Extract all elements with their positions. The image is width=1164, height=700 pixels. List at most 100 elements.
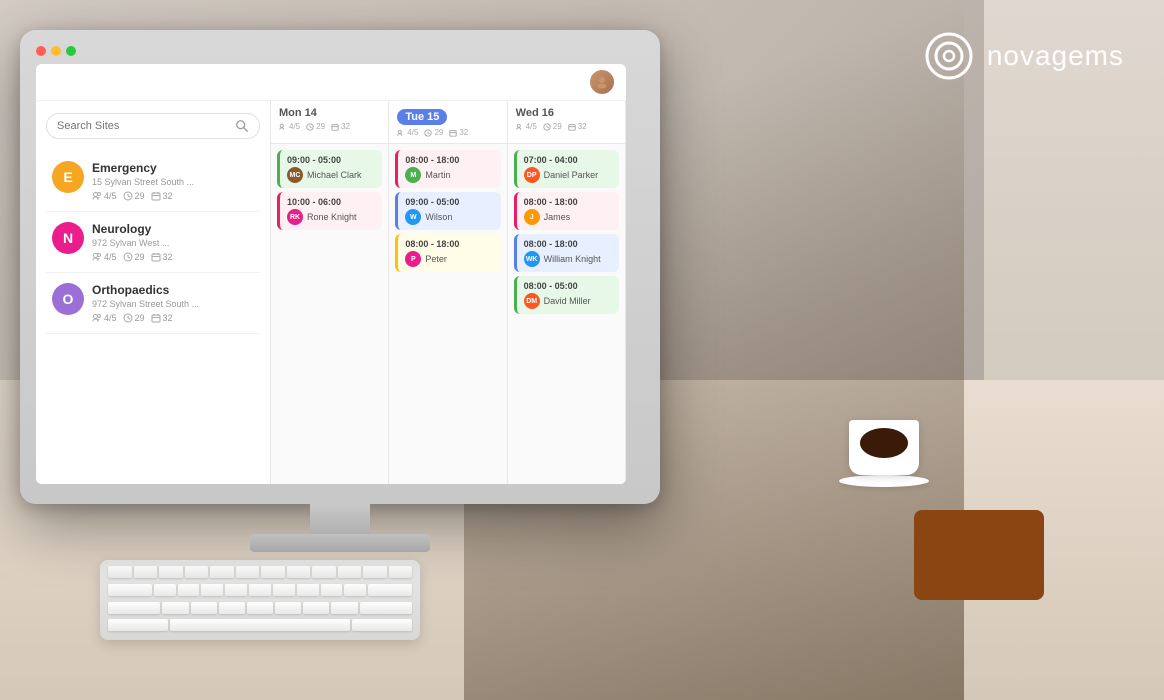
clock-icon <box>123 313 133 323</box>
day-stat-calendar: 32 <box>568 122 587 131</box>
key[interactable] <box>236 566 260 578</box>
monitor: E Emergency 15 Sylvan Street South ... 4… <box>20 30 660 552</box>
day-stats: 4/5 29 32 <box>279 122 380 131</box>
day-label: Wed 16 <box>516 107 617 119</box>
shift-card[interactable]: 09:00 - 05:00 W Wilson <box>395 192 500 230</box>
key[interactable] <box>219 602 245 614</box>
key[interactable] <box>154 584 176 596</box>
shift-time: 08:00 - 05:00 <box>524 281 612 291</box>
minimize-button[interactable] <box>51 46 61 56</box>
shift-card[interactable]: 07:00 - 04:00 DP Daniel Parker <box>514 150 619 188</box>
mouse-pad <box>914 510 1044 600</box>
person-name: David Miller <box>544 296 591 306</box>
site-avatar: O <box>52 283 84 315</box>
search-box[interactable] <box>46 113 260 139</box>
key[interactable] <box>389 566 413 578</box>
shift-card[interactable]: 10:00 - 06:00 RK Rone Knight <box>277 192 382 230</box>
sidebar: E Emergency 15 Sylvan Street South ... 4… <box>36 101 271 484</box>
key[interactable] <box>303 602 329 614</box>
person-avatar: M <box>405 167 421 183</box>
sidebar-item-orthopaedics[interactable]: O Orthopaedics 972 Sylvan Street South .… <box>46 273 260 334</box>
calendar-icon <box>331 123 339 131</box>
key[interactable] <box>108 566 132 578</box>
day-header-tue-15[interactable]: Tue 15 4/5 29 32 <box>389 101 507 143</box>
person-name: Martin <box>425 170 450 180</box>
key[interactable] <box>134 566 158 578</box>
spacebar-key[interactable] <box>170 619 350 631</box>
shift-time: 08:00 - 18:00 <box>524 239 612 249</box>
calendar-icon <box>449 129 457 137</box>
key[interactable] <box>108 619 168 631</box>
site-stats: 4/5 29 32 <box>92 313 254 323</box>
day-stat-calendar: 32 <box>331 122 350 131</box>
shift-card[interactable]: 08:00 - 18:00 WK William Knight <box>514 234 619 272</box>
site-info: Emergency 15 Sylvan Street South ... 4/5… <box>92 161 254 201</box>
key[interactable] <box>321 584 343 596</box>
site-stats: 4/5 29 32 <box>92 252 254 262</box>
stat-calendar: 32 <box>151 191 173 201</box>
shift-card[interactable]: 08:00 - 18:00 M Martin <box>395 150 500 188</box>
stat-clock: 29 <box>123 252 145 262</box>
monitor-screen: E Emergency 15 Sylvan Street South ... 4… <box>36 64 626 484</box>
key[interactable] <box>287 566 311 578</box>
person-avatar: W <box>405 209 421 225</box>
stat-clock: 29 <box>123 313 145 323</box>
key[interactable] <box>352 619 412 631</box>
stat-calendar: 32 <box>151 252 173 262</box>
key[interactable] <box>297 584 319 596</box>
key[interactable] <box>331 602 357 614</box>
key[interactable] <box>261 566 285 578</box>
key[interactable] <box>344 584 366 596</box>
shift-person: J James <box>524 209 612 225</box>
key[interactable] <box>191 602 217 614</box>
stat-people: 4/5 <box>92 191 117 201</box>
key[interactable] <box>108 602 160 614</box>
site-stats: 4/5 29 32 <box>92 191 254 201</box>
key[interactable] <box>247 602 273 614</box>
user-avatar[interactable] <box>590 70 614 94</box>
shift-card[interactable]: 08:00 - 18:00 P Peter <box>395 234 500 272</box>
key[interactable] <box>363 566 387 578</box>
site-list: E Emergency 15 Sylvan Street South ... 4… <box>46 151 260 334</box>
key[interactable] <box>159 566 183 578</box>
day-header-mon-14[interactable]: Mon 14 4/5 29 32 <box>271 101 389 143</box>
close-button[interactable] <box>36 46 46 56</box>
key[interactable] <box>275 602 301 614</box>
people-icon <box>92 313 102 323</box>
key[interactable] <box>225 584 247 596</box>
key[interactable] <box>201 584 223 596</box>
sidebar-item-neurology[interactable]: N Neurology 972 Sylvan West ... 4/5 29 3… <box>46 212 260 273</box>
person-name: Peter <box>425 254 447 264</box>
person-name: James <box>544 212 571 222</box>
key[interactable] <box>368 584 412 596</box>
shift-time: 09:00 - 05:00 <box>405 197 493 207</box>
coffee-saucer <box>839 475 929 487</box>
key[interactable] <box>273 584 295 596</box>
clock-icon <box>123 191 133 201</box>
site-address: 972 Sylvan Street South ... <box>92 299 254 309</box>
maximize-button[interactable] <box>66 46 76 56</box>
key[interactable] <box>108 584 152 596</box>
key[interactable] <box>338 566 362 578</box>
calendar-icon <box>151 252 161 262</box>
window-controls <box>36 46 644 56</box>
key[interactable] <box>249 584 271 596</box>
day-header-wed-16[interactable]: Wed 16 4/5 29 32 <box>508 101 626 143</box>
shift-card[interactable]: 08:00 - 05:00 DM David Miller <box>514 276 619 314</box>
key[interactable] <box>185 566 209 578</box>
shift-person: DP Daniel Parker <box>524 167 612 183</box>
person-avatar: WK <box>524 251 540 267</box>
key[interactable] <box>360 602 412 614</box>
shift-card[interactable]: 09:00 - 05:00 MC Michael Clark <box>277 150 382 188</box>
search-input[interactable] <box>57 120 235 132</box>
people-icon <box>279 123 287 131</box>
sidebar-item-emergency[interactable]: E Emergency 15 Sylvan Street South ... 4… <box>46 151 260 212</box>
key[interactable] <box>162 602 188 614</box>
key[interactable] <box>178 584 200 596</box>
person-avatar: MC <box>287 167 303 183</box>
key[interactable] <box>312 566 336 578</box>
shift-time: 08:00 - 18:00 <box>405 155 493 165</box>
shift-card[interactable]: 08:00 - 18:00 J James <box>514 192 619 230</box>
day-stat-clock: 29 <box>424 128 443 137</box>
key[interactable] <box>210 566 234 578</box>
